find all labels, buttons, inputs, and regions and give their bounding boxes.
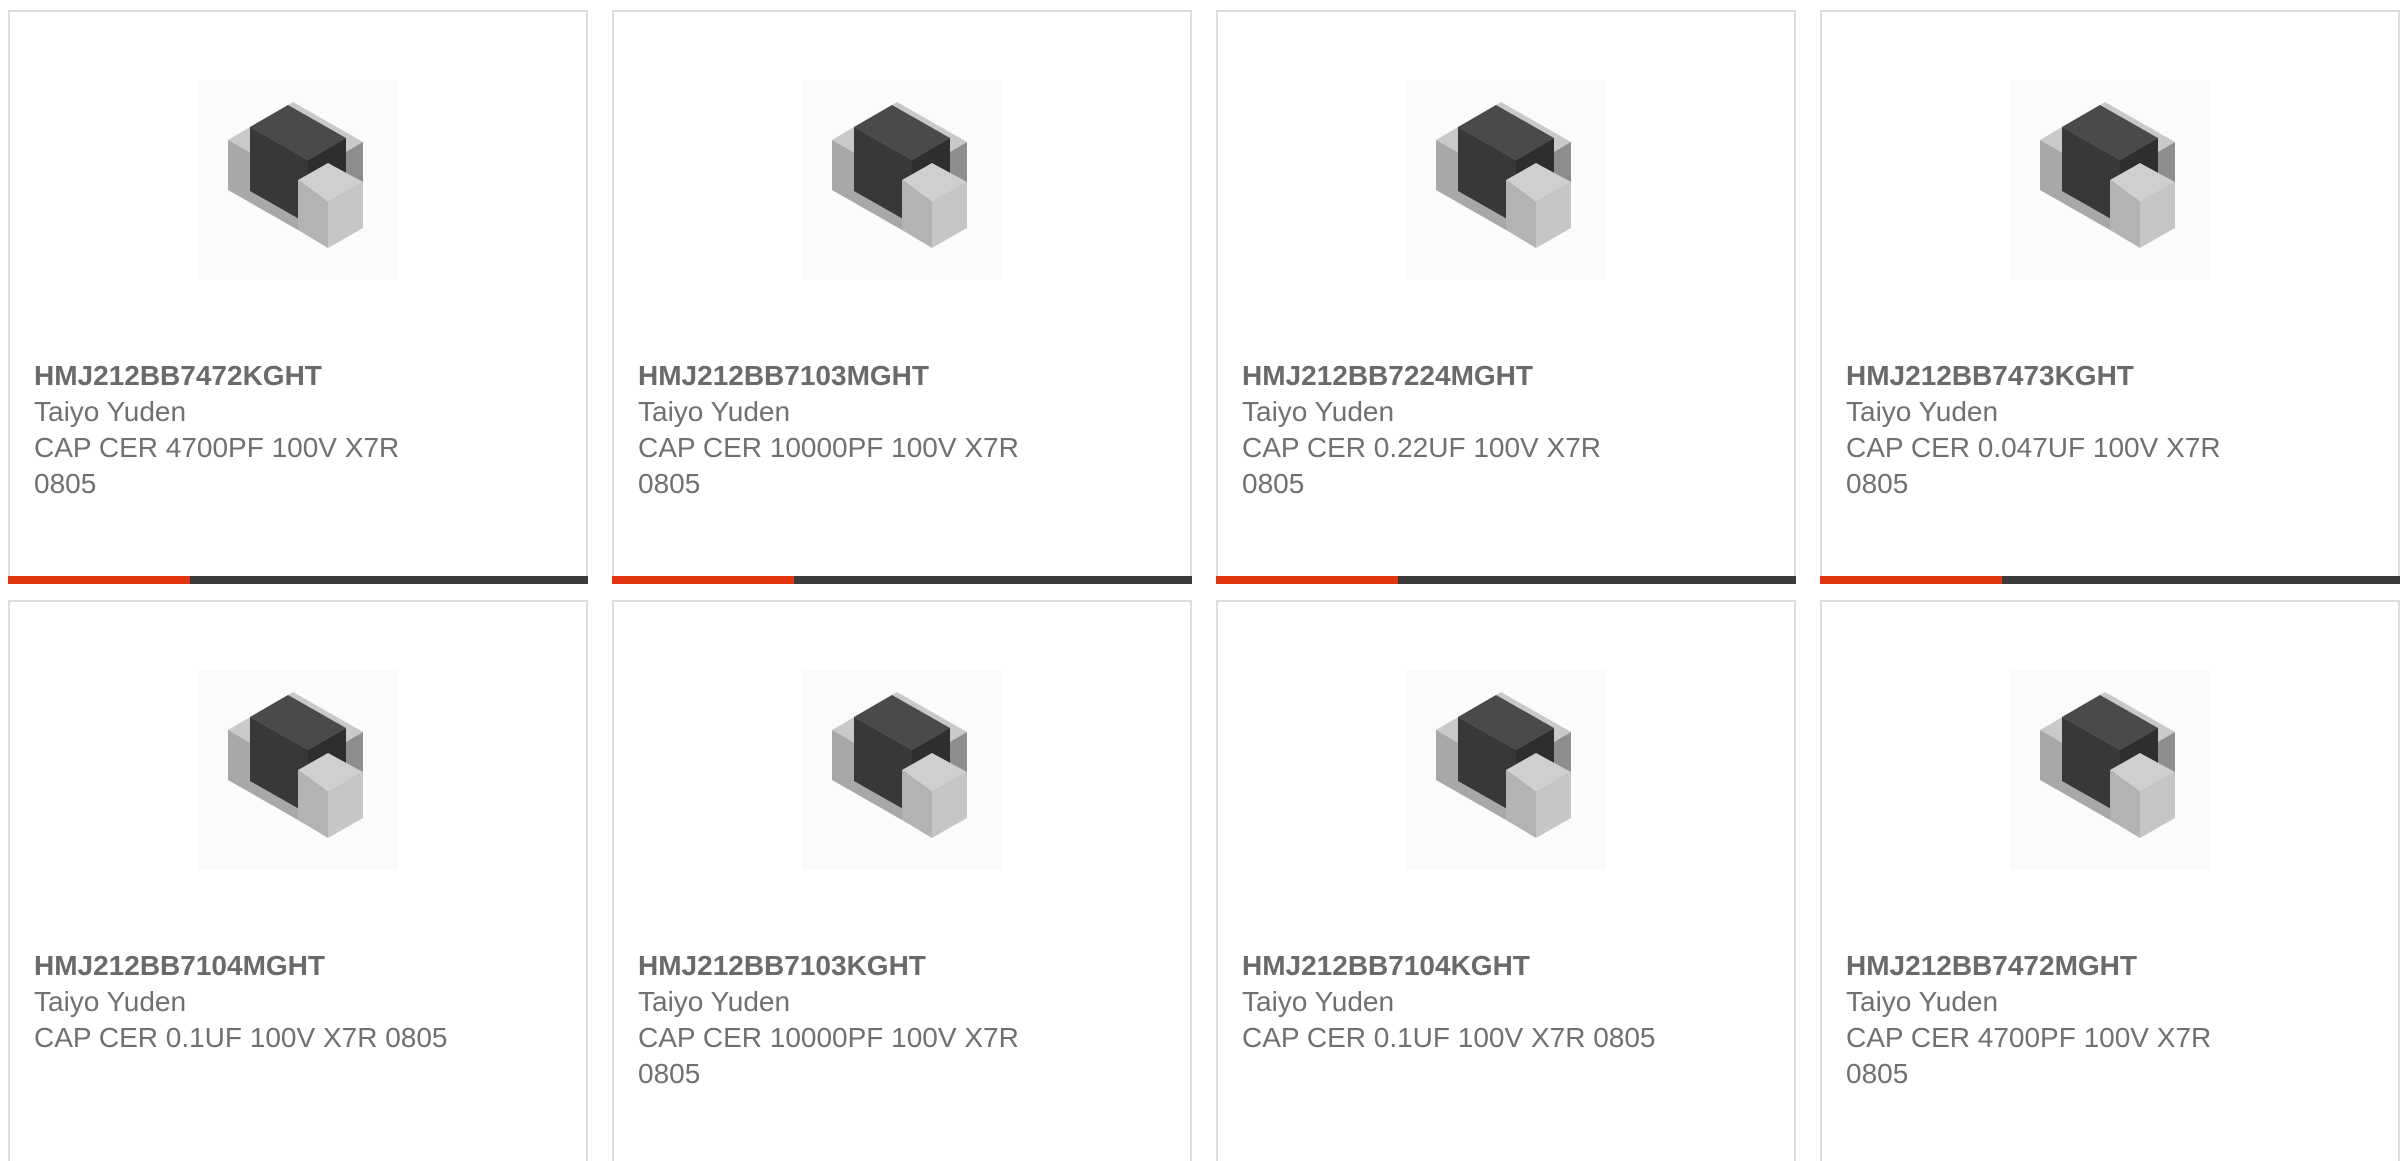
product-info: HMJ212BB7473KGHT Taiyo Yuden CAP CER 0.0… [1846,358,2266,502]
product-description: CAP CER 0.1UF 100V X7R 0805 [34,1022,448,1053]
product-description: CAP CER 4700PF 100V X7R 0805 [1846,1022,2212,1089]
product-card[interactable]: HMJ212BB7103KGHT Taiyo Yuden CAP CER 100… [612,600,1192,1161]
product-card[interactable]: HMJ212BB7104MGHT Taiyo Yuden CAP CER 0.1… [8,600,588,1161]
manufacturer: Taiyo Yuden [34,396,187,427]
part-number[interactable]: HMJ212BB7104KGHT [1242,948,1662,984]
manufacturer: Taiyo Yuden [638,396,791,427]
part-number[interactable]: HMJ212BB7103KGHT [638,948,1058,984]
product-info: HMJ212BB7103KGHT Taiyo Yuden CAP CER 100… [638,948,1058,1092]
product-description: CAP CER 4700PF 100V X7R 0805 [34,432,400,499]
ceramic-capacitor-image[interactable] [2010,80,2210,280]
capacitor-icon [228,692,363,838]
product-description: CAP CER 0.1UF 100V X7R 0805 [1242,1022,1656,1053]
card-bottom-bar [612,576,1192,584]
ceramic-capacitor-image[interactable] [802,80,1002,280]
product-description: CAP CER 10000PF 100V X7R 0805 [638,1022,1019,1089]
part-number[interactable]: HMJ212BB7224MGHT [1242,358,1662,394]
card-accent-bar [1216,576,1398,584]
capacitor-icon [1436,692,1571,838]
card-bottom-bar [1820,576,2400,584]
capacitor-icon [1436,102,1571,248]
product-description: CAP CER 10000PF 100V X7R 0805 [638,432,1019,499]
product-card[interactable]: HMJ212BB7473KGHT Taiyo Yuden CAP CER 0.0… [1820,10,2400,584]
manufacturer: Taiyo Yuden [1846,986,1999,1017]
product-description: CAP CER 0.047UF 100V X7R 0805 [1846,432,2221,499]
product-card[interactable]: HMJ212BB7472KGHT Taiyo Yuden CAP CER 470… [8,10,588,584]
card-bottom-bar [8,576,588,584]
capacitor-icon [832,102,967,248]
manufacturer: Taiyo Yuden [1242,986,1395,1017]
product-card[interactable]: HMJ212BB7224MGHT Taiyo Yuden CAP CER 0.2… [1216,10,1796,584]
product-grid: HMJ212BB7472KGHT Taiyo Yuden CAP CER 470… [0,0,2400,1161]
part-number[interactable]: HMJ212BB7472KGHT [34,358,454,394]
manufacturer: Taiyo Yuden [638,986,791,1017]
card-accent-bar [8,576,190,584]
part-number[interactable]: HMJ212BB7104MGHT [34,948,454,984]
product-info: HMJ212BB7104KGHT Taiyo Yuden CAP CER 0.1… [1242,948,1662,1056]
manufacturer: Taiyo Yuden [1242,396,1395,427]
part-number[interactable]: HMJ212BB7472MGHT [1846,948,2266,984]
product-info: HMJ212BB7104MGHT Taiyo Yuden CAP CER 0.1… [34,948,454,1056]
manufacturer: Taiyo Yuden [1846,396,1999,427]
capacitor-icon [2040,692,2175,838]
ceramic-capacitor-image[interactable] [1406,80,1606,280]
product-card[interactable]: HMJ212BB7472MGHT Taiyo Yuden CAP CER 470… [1820,600,2400,1161]
product-info: HMJ212BB7472MGHT Taiyo Yuden CAP CER 470… [1846,948,2266,1092]
manufacturer: Taiyo Yuden [34,986,187,1017]
product-info: HMJ212BB7472KGHT Taiyo Yuden CAP CER 470… [34,358,454,502]
ceramic-capacitor-image[interactable] [802,670,1002,870]
capacitor-icon [228,102,363,248]
ceramic-capacitor-image[interactable] [198,670,398,870]
product-info: HMJ212BB7103MGHT Taiyo Yuden CAP CER 100… [638,358,1058,502]
capacitor-icon [832,692,967,838]
card-accent-bar [1820,576,2002,584]
part-number[interactable]: HMJ212BB7473KGHT [1846,358,2266,394]
ceramic-capacitor-image[interactable] [1406,670,1606,870]
product-info: HMJ212BB7224MGHT Taiyo Yuden CAP CER 0.2… [1242,358,1662,502]
product-card[interactable]: HMJ212BB7104KGHT Taiyo Yuden CAP CER 0.1… [1216,600,1796,1161]
card-accent-bar [612,576,794,584]
card-bottom-bar [1216,576,1796,584]
product-card[interactable]: HMJ212BB7103MGHT Taiyo Yuden CAP CER 100… [612,10,1192,584]
capacitor-icon [2040,102,2175,248]
ceramic-capacitor-image[interactable] [2010,670,2210,870]
ceramic-capacitor-image[interactable] [198,80,398,280]
product-description: CAP CER 0.22UF 100V X7R 0805 [1242,432,1601,499]
part-number[interactable]: HMJ212BB7103MGHT [638,358,1058,394]
